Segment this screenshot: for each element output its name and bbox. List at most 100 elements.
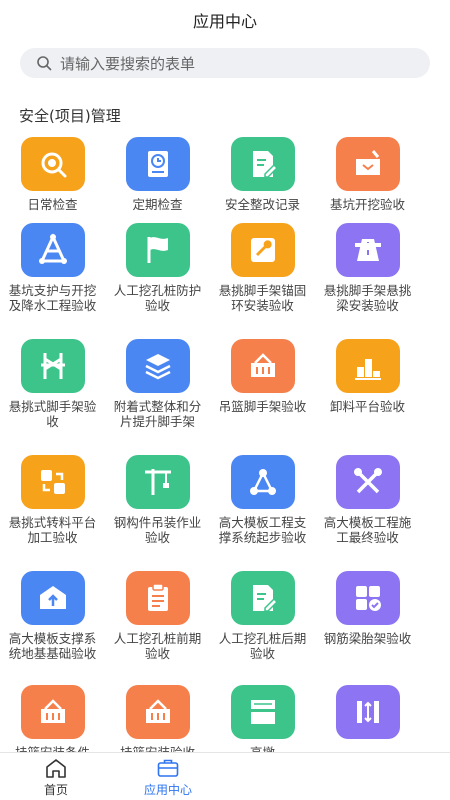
column-icon [356, 701, 379, 723]
magnify-icon [41, 152, 66, 178]
app-item[interactable]: 悬挑脚手架锚固环安装验收 [210, 223, 315, 313]
app-item[interactable]: 吊篮脚手架验收 [210, 339, 315, 414]
app-label: 悬挑式转料平台加工验收 [8, 515, 97, 545]
app-tile[interactable] [20, 455, 85, 509]
app-tile[interactable] [230, 685, 295, 739]
section-title: 安全(项目)管理 [19, 107, 121, 125]
app-label: 安全整改记录 [224, 197, 300, 212]
crane-icon [144, 469, 171, 495]
app-item[interactable]: 卸料平台验收 [315, 339, 420, 414]
transfer-icon [40, 470, 65, 494]
app-tile[interactable] [125, 223, 190, 277]
app-item[interactable]: 高大模板支撑系统地基基础验收 [0, 571, 105, 661]
app-tile[interactable] [335, 455, 400, 509]
search-placeholder: 请输入要搜索的表单 [60, 54, 196, 73]
app-tile[interactable] [125, 455, 190, 509]
app-label: 悬挑式脚手架验收 [8, 399, 97, 429]
app-tile[interactable] [20, 223, 85, 277]
edit-doc-icon [252, 585, 278, 612]
app-label: 附着式整体和分片提升脚手架 [113, 399, 202, 429]
app-item[interactable]: 基坑开挖验收 [315, 137, 420, 212]
app-label: 定期检查 [132, 197, 183, 212]
app-tile[interactable] [20, 571, 85, 625]
app-item[interactable]: 高大模板工程施工最终验收 [315, 455, 420, 545]
app-label: 人工挖孔桩防护验收 [113, 283, 202, 313]
app-tile[interactable] [230, 571, 295, 625]
app-item[interactable]: 附着式整体和分片提升脚手架 [105, 339, 210, 429]
excavation-icon [355, 150, 380, 175]
app-tile[interactable] [125, 339, 190, 393]
app-item[interactable]: 安全整改记录 [210, 137, 315, 212]
app-item[interactable]: 悬挑式转料平台加工验收 [0, 455, 105, 545]
app-label: 人工挖孔桩后期验收 [218, 631, 307, 661]
app-tile[interactable] [335, 339, 400, 393]
app-item[interactable]: 人工挖孔桩防护验收 [105, 223, 210, 313]
tab-bar: 首页 应用中心 [0, 752, 450, 800]
app-tile[interactable] [125, 571, 190, 625]
platform-icon [354, 359, 381, 380]
app-item[interactable]: 基坑支护与开挖及降水工程验收 [0, 223, 105, 313]
app-label: 高大模板支撑系统地基基础验收 [8, 631, 97, 661]
app-item[interactable]: 钢筋梁胎架验收 [315, 571, 420, 646]
app-label: 人工挖孔桩前期验收 [113, 631, 202, 661]
briefcase-icon [157, 759, 179, 777]
app-item[interactable]: 钢构件吊装作业验收 [105, 455, 210, 545]
search-icon [37, 56, 52, 71]
nodes-icon [249, 469, 276, 495]
scaffold-icon [40, 353, 65, 379]
app-tile[interactable] [20, 685, 85, 739]
tab-home-label: 首页 [43, 783, 68, 797]
app-item[interactable]: 高墩 [210, 685, 315, 760]
layers-icon [144, 354, 171, 380]
pier-icon [250, 700, 275, 724]
app-item[interactable]: 定期检查 [105, 137, 210, 212]
app-item[interactable]: 挂篮安装条件 [0, 685, 105, 760]
app-tile[interactable] [335, 223, 400, 277]
app-tile[interactable] [125, 685, 190, 739]
app-tile[interactable] [230, 339, 295, 393]
road-icon [354, 239, 381, 261]
tab-home[interactable]: 首页 [0, 753, 112, 800]
structure-icon [38, 233, 67, 264]
upload-box-icon [39, 586, 66, 609]
tab-app-center[interactable]: 应用中心 [112, 753, 224, 800]
edit-doc-icon [252, 151, 278, 178]
app-label: 日常检查 [27, 197, 78, 212]
app-item[interactable]: 人工挖孔桩前期验收 [105, 571, 210, 661]
basket-icon [250, 353, 275, 377]
app-label: 基坑支护与开挖及降水工程验收 [8, 283, 97, 313]
clipboard-icon [147, 583, 168, 611]
page-title: 应用中心 [192, 12, 257, 31]
app-tile[interactable] [125, 137, 190, 191]
app-item[interactable]: 悬挑脚手架悬挑梁安装验收 [315, 223, 420, 313]
flag-icon [147, 237, 168, 263]
app-tile[interactable] [20, 339, 85, 393]
app-tile[interactable] [230, 223, 295, 277]
grid-check-icon [355, 586, 381, 611]
app-tile[interactable] [335, 685, 400, 739]
app-tile[interactable] [335, 571, 400, 625]
app-item[interactable]: 悬挑式脚手架验收 [0, 339, 105, 429]
tab-app-center-label: 应用中心 [143, 783, 192, 797]
app-tile[interactable] [335, 137, 400, 191]
app-label: 钢构件吊装作业验收 [113, 515, 202, 545]
app-tile[interactable] [230, 137, 295, 191]
app-item[interactable]: 人工挖孔桩后期验收 [210, 571, 315, 661]
app-label: 高大模板工程施工最终验收 [323, 515, 412, 545]
app-label: 钢筋梁胎架验收 [323, 631, 412, 646]
app-item[interactable]: 日常检查 [0, 137, 105, 212]
clock-book-icon [147, 151, 168, 177]
app-label: 悬挑脚手架锚固环安装验收 [218, 283, 307, 313]
app-item[interactable] [315, 685, 420, 745]
app-label: 高大模板工程支撑系统起步验收 [218, 515, 307, 545]
app-item[interactable]: 高大模板工程支撑系统起步验收 [210, 455, 315, 545]
wrench-icon [250, 238, 275, 262]
app-tile[interactable] [20, 137, 85, 191]
app-header: 应用中心 [0, 0, 450, 40]
search-input[interactable]: 请输入要搜索的表单 [20, 48, 430, 78]
basket-icon [145, 699, 170, 723]
app-tile[interactable] [230, 455, 295, 509]
app-label: 悬挑脚手架悬挑梁安装验收 [323, 283, 412, 313]
app-label: 卸料平台验收 [329, 399, 405, 414]
app-item[interactable]: 挂篮安装验收 [105, 685, 210, 760]
